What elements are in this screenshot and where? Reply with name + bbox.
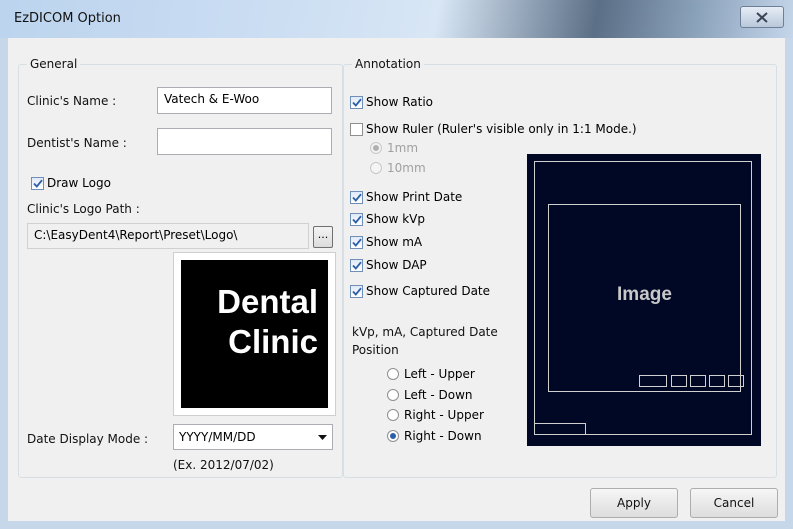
general-group-label: General — [27, 57, 81, 71]
ruler-10mm-radio[interactable]: 10mm — [370, 161, 426, 175]
chevron-down-icon — [318, 434, 327, 440]
preview-info-box — [671, 375, 687, 387]
checkbox-checked-icon — [350, 235, 363, 249]
show-print-date-label: Show Print Date — [366, 190, 463, 204]
logo-preview: Dental Clinic — [173, 252, 336, 416]
close-icon — [756, 11, 768, 23]
show-ruler-label: Show Ruler (Ruler's visible only in 1:1 … — [366, 122, 637, 136]
show-ma-checkbox[interactable]: Show mA — [350, 235, 422, 249]
clinic-name-field[interactable]: Vatech & E-Woo — [157, 87, 332, 114]
dentist-name-label: Dentist's Name : — [27, 136, 127, 150]
browse-logo-button[interactable]: ... — [313, 226, 333, 248]
radio-unselected-icon — [387, 409, 399, 421]
logo-line-2: Clinic — [228, 323, 318, 360]
annotation-layout-preview: Image — [527, 154, 761, 446]
checkbox-checked-icon — [350, 212, 363, 226]
date-mode-example: (Ex. 2012/07/02) — [173, 458, 274, 472]
preview-date-box — [534, 423, 586, 435]
position-left-upper-radio[interactable]: Left - Upper — [387, 367, 475, 381]
show-ruler-checkbox[interactable]: Show Ruler (Ruler's visible only in 1:1 … — [350, 122, 637, 136]
preview-info-box — [709, 375, 725, 387]
preview-info-box — [639, 375, 667, 387]
show-captured-date-label: Show Captured Date — [366, 284, 491, 298]
date-mode-value: YYYY/MM/DD — [179, 430, 256, 444]
preview-image-area: Image — [548, 204, 741, 392]
ruler-10mm-label: 10mm — [387, 161, 426, 175]
date-mode-select[interactable]: YYYY/MM/DD — [173, 424, 333, 450]
radio-unselected-icon — [387, 389, 399, 401]
preview-info-box — [728, 375, 744, 387]
position-left-down-radio[interactable]: Left - Down — [387, 388, 473, 402]
checkbox-checked-icon — [350, 190, 363, 204]
dialog-client-area: General Clinic's Name : Vatech & E-Woo D… — [8, 38, 785, 521]
position-right-down-radio[interactable]: Right - Down — [387, 429, 482, 443]
show-kvp-label: Show kVp — [366, 212, 425, 226]
cancel-button[interactable]: Cancel — [690, 488, 778, 518]
annotation-group-label: Annotation — [352, 57, 424, 71]
show-ma-label: Show mA — [366, 235, 423, 249]
draw-logo-label: Draw Logo — [47, 176, 111, 190]
logo-path-field[interactable]: C:\EasyDent4\Report\Preset\Logo\ — [27, 223, 309, 249]
logo-line-1: Dental — [217, 283, 318, 320]
ezdicom-option-window: EzDICOM Option General Clinic's Name : V… — [0, 0, 793, 529]
preview-image-label: Image — [617, 284, 672, 305]
apply-button[interactable]: Apply — [590, 488, 678, 518]
clinic-name-label: Clinic's Name : — [27, 94, 117, 108]
radio-selected-icon — [370, 142, 382, 154]
show-ratio-checkbox[interactable]: Show Ratio — [350, 95, 433, 109]
show-print-date-checkbox[interactable]: Show Print Date — [350, 190, 462, 204]
checkbox-checked-icon — [350, 95, 363, 109]
show-ratio-label: Show Ratio — [366, 95, 434, 109]
show-dap-checkbox[interactable]: Show DAP — [350, 258, 427, 272]
position-right-upper-radio[interactable]: Right - Upper — [387, 408, 484, 422]
close-button[interactable] — [740, 6, 784, 28]
logo-path-label: Clinic's Logo Path : — [27, 202, 140, 216]
window-title: EzDICOM Option — [14, 11, 121, 26]
window-border-left — [0, 38, 8, 529]
ruler-1mm-label: 1mm — [387, 141, 419, 155]
show-kvp-checkbox[interactable]: Show kVp — [350, 212, 425, 226]
radio-selected-icon — [387, 430, 399, 442]
show-dap-label: Show DAP — [366, 258, 427, 272]
checkbox-unchecked-icon — [350, 122, 363, 136]
position-right-down-label: Right - Down — [404, 429, 482, 443]
checkbox-checked-icon — [31, 176, 44, 190]
dentist-name-field[interactable] — [157, 128, 332, 155]
position-label-line1: kVp, mA, Captured Date — [352, 325, 498, 339]
window-border-right — [785, 38, 793, 529]
ruler-1mm-radio[interactable]: 1mm — [370, 141, 418, 155]
checkbox-checked-icon — [350, 258, 363, 272]
radio-unselected-icon — [387, 368, 399, 380]
position-label-line2: Position — [352, 343, 399, 357]
radio-unselected-icon — [370, 162, 382, 174]
window-border-bottom — [0, 521, 793, 529]
position-left-upper-label: Left - Upper — [404, 367, 475, 381]
show-captured-date-checkbox[interactable]: Show Captured Date — [350, 284, 490, 298]
date-mode-label: Date Display Mode : — [27, 432, 149, 446]
title-bar: EzDICOM Option — [0, 0, 793, 38]
preview-info-box — [690, 375, 706, 387]
clinic-logo-image: Dental Clinic — [181, 260, 328, 408]
checkbox-checked-icon — [350, 284, 363, 298]
position-right-upper-label: Right - Upper — [404, 408, 484, 422]
position-left-down-label: Left - Down — [404, 388, 473, 402]
draw-logo-checkbox[interactable]: Draw Logo — [31, 176, 111, 190]
